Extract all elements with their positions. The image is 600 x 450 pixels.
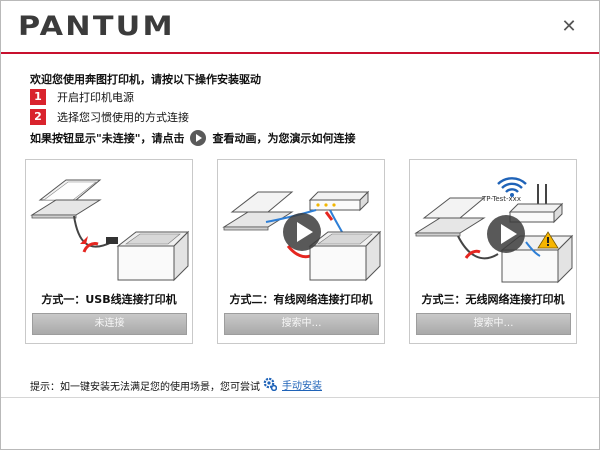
wired-status-button[interactable]: 搜索中… bbox=[224, 313, 379, 335]
usb-status-button[interactable]: 未连接 bbox=[32, 313, 187, 335]
step-2-text: 选择您习惯使用的方式连接 bbox=[57, 111, 189, 124]
title-divider bbox=[1, 52, 599, 54]
close-button[interactable]: ✕ bbox=[559, 15, 579, 39]
usb-printer-illustration bbox=[30, 179, 190, 282]
footer-tip: 提示：如一键安装无法满足您的使用场景，您可尝试 bbox=[30, 382, 260, 393]
wired-connection-card[interactable]: 方式二：有线网络连接打印机 搜索中… bbox=[217, 159, 385, 344]
welcome-text: 欢迎您使用奔图打印机，请按以下操作安装驱动 bbox=[30, 73, 261, 86]
step-1-text: 开启打印机电源 bbox=[57, 91, 134, 104]
step-2-badge: 2 bbox=[30, 109, 46, 125]
animation-hint: 如果按钮显示"未连接"，请点击 查看动画，为您演示如何连接 bbox=[30, 130, 355, 146]
installer-window: PANTUM ✕ 欢迎您使用奔图打印机，请按以下操作安装驱动 1 开启打印机电源… bbox=[0, 0, 600, 450]
pantum-logo: PANTUM bbox=[18, 11, 175, 42]
manual-install-link[interactable]: 手动安装 bbox=[263, 376, 322, 392]
manual-install-label[interactable]: 手动安装 bbox=[282, 377, 322, 392]
wireless-connection-card[interactable]: TP-Test-xxx 方式三：无线网络连接打印机 搜索中… bbox=[409, 159, 577, 344]
hint-text-after: 查看动画，为您演示如何连接 bbox=[212, 132, 356, 145]
footer-divider bbox=[1, 397, 599, 398]
hint-text-before: 如果按钮显示"未连接"，请点击 bbox=[30, 132, 185, 145]
wireless-card-caption: 方式三：无线网络连接打印机 bbox=[421, 293, 565, 306]
wired-network-printer-illustration bbox=[222, 190, 382, 282]
title-bar: PANTUM ✕ bbox=[1, 1, 599, 53]
step-2: 2 选择您习惯使用的方式连接 bbox=[30, 109, 189, 125]
step-1-badge: 1 bbox=[30, 89, 46, 105]
usb-connection-card[interactable]: 方式一：USB线连接打印机 未连接 bbox=[25, 159, 193, 344]
wired-card-caption: 方式二：有线网络连接打印机 bbox=[229, 293, 373, 306]
router-ssid-label: TP-Test-xxx bbox=[481, 195, 521, 203]
gear-icon bbox=[263, 377, 277, 391]
wireless-status-button[interactable]: 搜索中… bbox=[416, 313, 571, 335]
step-1: 1 开启打印机电源 bbox=[30, 89, 134, 105]
usb-card-caption: 方式一：USB线连接打印机 bbox=[41, 293, 177, 306]
wireless-network-printer-illustration: TP-Test-xxx bbox=[414, 177, 574, 284]
play-icon bbox=[190, 130, 207, 146]
